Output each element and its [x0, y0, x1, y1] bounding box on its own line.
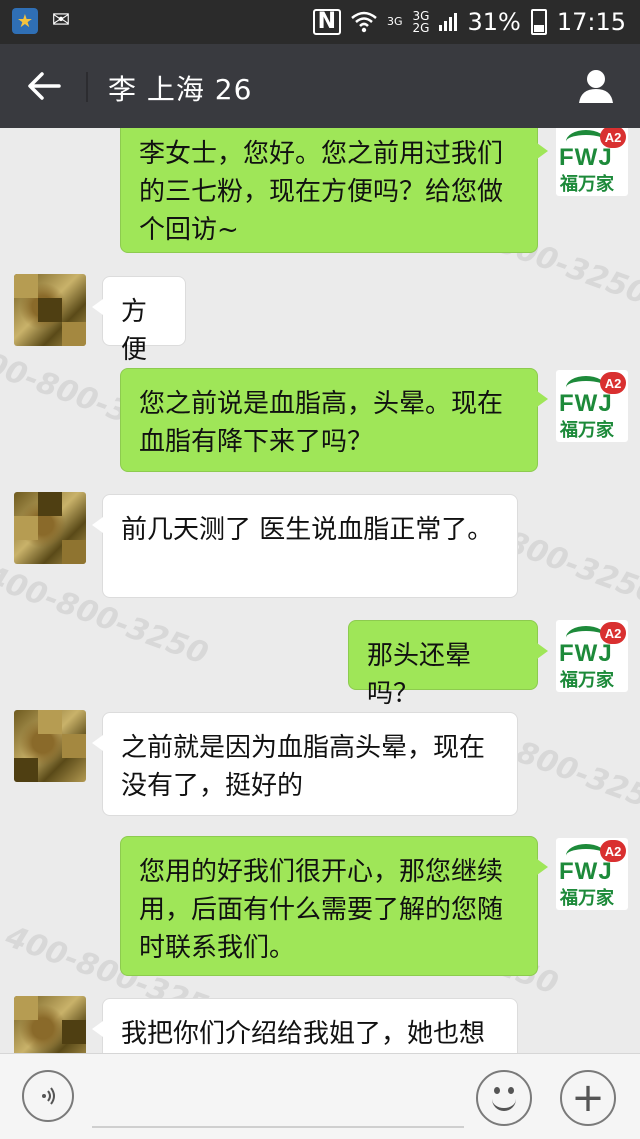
avatar-brand-chinese: 福万家: [560, 888, 614, 909]
avatar-brand-chinese: 福万家: [560, 670, 614, 691]
network-label: 3G: [387, 15, 403, 28]
more-button[interactable]: +: [560, 1070, 616, 1126]
contact-avatar[interactable]: [14, 274, 86, 346]
brand-avatar[interactable]: A2 FWJ 福万家: [556, 620, 628, 692]
avatar-brand-chinese: 福万家: [560, 174, 614, 195]
back-button[interactable]: [22, 66, 66, 106]
clock: 17:15: [556, 8, 626, 36]
network-bottom-label: 2G: [412, 21, 430, 35]
voice-button[interactable]: [22, 1070, 74, 1122]
avatar-brand-latin: FWJ: [559, 144, 613, 171]
wifi-icon: [351, 11, 377, 33]
chat-title: 李 上海 26: [108, 73, 253, 106]
nfc-icon: N: [312, 9, 342, 35]
chat-header: 李 上海 26: [0, 44, 640, 128]
contact-avatar[interactable]: [14, 710, 86, 782]
star-app-icon: ★: [12, 8, 38, 34]
header-divider: [86, 72, 88, 102]
message-bubble[interactable]: 您之前说是血脂高，头晕。现在血脂有降下来了吗？: [120, 368, 548, 472]
signal-icon: [439, 13, 458, 31]
input-bar: +: [0, 1053, 640, 1139]
contact-avatar[interactable]: [14, 996, 86, 1053]
arrow-left-icon: [28, 72, 61, 100]
battery-icon: [530, 9, 547, 35]
brand-avatar[interactable]: A2 FWJ 福万家: [556, 128, 628, 196]
avatar-brand-latin: FWJ: [559, 640, 613, 667]
mail-icon: ✉: [51, 8, 71, 33]
message-bubble[interactable]: 您用的好我们很开心，那您继续用，后面有什么需要了解的您随时联系我们。: [120, 836, 548, 976]
brand-avatar[interactable]: A2 FWJ 福万家: [556, 838, 628, 910]
profile-button[interactable]: [574, 64, 618, 108]
message-bubble[interactable]: 那头还晕吗？: [348, 620, 548, 709]
message-bubble[interactable]: 前几天测了 医生说血脂正常了。: [92, 494, 518, 598]
message-list[interactable]: 400-800-3250 400-800-3250 400-800-3250 4…: [0, 128, 640, 1053]
message-bubble[interactable]: 方便: [92, 276, 186, 365]
message-bubble[interactable]: 我把你们介绍给我姐了，她也想: [92, 998, 518, 1053]
battery-percent: 31%: [467, 8, 521, 36]
message-bubble[interactable]: 李女士，您好。您之前用过我们的三七粉，现在方便吗？给您做个回访~: [120, 128, 548, 253]
avatar-brand-latin: FWJ: [559, 390, 613, 417]
contact-avatar[interactable]: [14, 492, 86, 564]
network-type-dual: 3G 2G: [413, 10, 430, 34]
status-bar: ★ ✉ N 3G 3G 2G 31% 17:15: [0, 0, 640, 44]
message-input[interactable]: [92, 1070, 464, 1128]
emoji-button[interactable]: [476, 1070, 532, 1126]
person-icon: [579, 70, 613, 103]
network-type: 3G: [387, 16, 403, 28]
plus-icon: +: [571, 1075, 605, 1121]
message-bubble[interactable]: 之前就是因为血脂高头晕，现在没有了，挺好的: [92, 712, 518, 816]
brand-avatar[interactable]: A2 FWJ 福万家: [556, 370, 628, 442]
avatar-brand-latin: FWJ: [559, 858, 613, 885]
avatar-brand-chinese: 福万家: [560, 420, 614, 441]
voice-icon: [42, 1087, 55, 1105]
